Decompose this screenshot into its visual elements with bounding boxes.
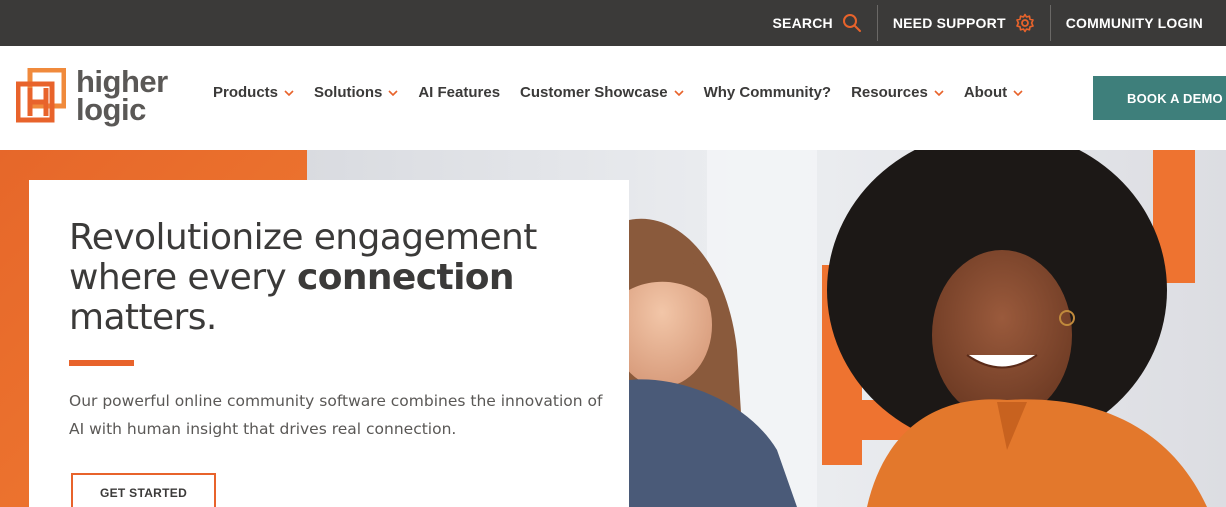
- nav-products-label: Products: [213, 84, 279, 101]
- logo-h-icon: [16, 68, 66, 123]
- nav-customer-showcase[interactable]: Customer Showcase: [510, 84, 694, 101]
- hero-subtext: Our powerful online community software c…: [69, 392, 603, 438]
- headline-emphasis: connection: [296, 257, 515, 298]
- gear-icon: [1015, 13, 1034, 33]
- nav-products[interactable]: Products: [203, 84, 304, 101]
- hero-section: Revolutionize engagement where every con…: [0, 150, 1226, 507]
- need-support-link[interactable]: NEED SUPPORT: [876, 5, 1050, 41]
- book-demo-button[interactable]: BOOK A DEMO: [1093, 76, 1226, 120]
- hero-card: Revolutionize engagement where every con…: [29, 180, 629, 507]
- search-icon: [842, 14, 861, 32]
- nav-resources[interactable]: Resources: [841, 84, 954, 101]
- nav-about[interactable]: About: [954, 84, 1033, 101]
- logo-line-2: logic: [76, 92, 146, 127]
- utility-bar: SEARCH NEED SUPPORT COMMUNITY LOGIN: [0, 0, 1226, 46]
- nav-customer-showcase-label: Customer Showcase: [520, 84, 668, 101]
- nav-resources-label: Resources: [851, 84, 928, 101]
- community-login-label: COMMUNITY LOGIN: [1065, 15, 1203, 31]
- accent-divider: [69, 360, 134, 366]
- nav-solutions[interactable]: Solutions: [304, 84, 408, 101]
- nav-ai-features[interactable]: AI Features: [408, 84, 510, 101]
- nav-ai-features-label: AI Features: [418, 84, 501, 101]
- chevron-down-icon: [284, 89, 294, 96]
- need-support-label: NEED SUPPORT: [892, 15, 1006, 31]
- nav-why-community-label: Why Community?: [703, 84, 832, 101]
- nav-why-community[interactable]: Why Community?: [694, 84, 842, 101]
- chevron-down-icon: [1013, 89, 1023, 96]
- nav-solutions-label: Solutions: [314, 84, 383, 101]
- chevron-down-icon: [934, 89, 944, 96]
- get-started-button[interactable]: GET STARTED: [71, 473, 216, 507]
- search-link[interactable]: SEARCH: [758, 5, 877, 41]
- main-header: higher logic Products Solutions AI Featu…: [0, 46, 1226, 150]
- logo[interactable]: higher logic: [16, 66, 168, 127]
- nav-about-label: About: [963, 84, 1008, 101]
- headline-line-1: Revolutionize engagement: [69, 217, 537, 258]
- headline-line-2: where every: [69, 257, 297, 298]
- hero-headline: Revolutionize engagement where every con…: [69, 218, 609, 338]
- search-label: SEARCH: [772, 15, 833, 31]
- logo-wordmark: higher logic: [76, 66, 168, 127]
- community-login-link[interactable]: COMMUNITY LOGIN: [1049, 5, 1218, 41]
- chevron-down-icon: [388, 89, 398, 96]
- chevron-down-icon: [674, 89, 684, 96]
- headline-line-3: matters.: [69, 297, 217, 338]
- primary-nav: Products Solutions AI Features Customer …: [203, 84, 1033, 101]
